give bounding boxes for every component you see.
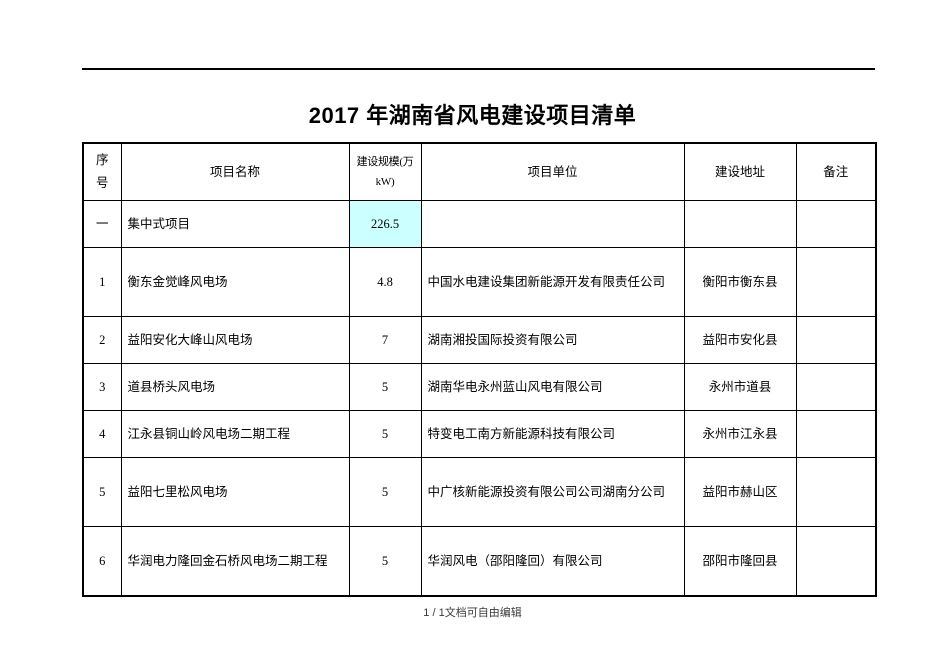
table-row: 3 道县桥头风电场 5 湖南华电永州蓝山风电有限公司 永州市道县	[82, 363, 877, 412]
cell-no: 一	[82, 200, 122, 249]
cell-project-name: 益阳七里松风电场	[120, 457, 350, 528]
cell-scale: 5	[348, 410, 422, 459]
cell-address	[683, 200, 797, 249]
table-row: 4 江永县铜山岭风电场二期工程 5 特变电工南方新能源科技有限公司 永州市江永县	[82, 410, 877, 459]
cell-address: 邵阳市隆回县	[683, 526, 797, 597]
cell-remark	[795, 410, 877, 459]
cell-remark	[795, 316, 877, 365]
column-header-project-name: 项目名称	[120, 142, 350, 202]
cell-address: 益阳市安化县	[683, 316, 797, 365]
cell-address: 衡阳市衡东县	[683, 247, 797, 318]
page-footer: 1 / 1文档可自由编辑	[423, 607, 522, 619]
cell-scale: 4.8	[348, 247, 422, 318]
table-row: 5 益阳七里松风电场 5 中广核新能源投资有限公司公司湖南分公司 益阳市赫山区	[82, 457, 877, 528]
cell-project-name: 益阳安化大峰山风电场	[120, 316, 350, 365]
cell-project-unit: 湖南湘投国际投资有限公司	[420, 316, 685, 365]
cell-project-unit: 特变电工南方新能源科技有限公司	[420, 410, 685, 459]
cell-no: 5	[82, 457, 122, 528]
cell-scale: 5	[348, 457, 422, 528]
cell-scale: 7	[348, 316, 422, 365]
column-header-no: 序号	[82, 142, 122, 202]
table-row: 一集中式项目 226.5	[82, 200, 877, 249]
cell-remark	[795, 363, 877, 412]
cell-no: 6	[82, 526, 122, 597]
column-header-scale: 建设规模(万kW)	[348, 142, 422, 202]
table-header-row: 序号 项目名称 建设规模(万kW) 项目单位 建设地址 备注	[82, 142, 877, 202]
table-row: 1 衡东金觉峰风电场 4.8 中国水电建设集团新能源开发有限责任公司 衡阳市衡东县	[82, 247, 877, 318]
cell-remark	[795, 247, 877, 318]
cell-address: 永州市道县	[683, 363, 797, 412]
table-row: 6 华润电力隆回金石桥风电场二期工程 5 华润风电（邵阳隆回）有限公司 邵阳市隆回县	[82, 526, 877, 597]
cell-project-unit: 中广核新能源投资有限公司公司湖南分公司	[420, 457, 685, 528]
cell-project-name: 集中式项目	[120, 200, 350, 249]
column-header-project-unit: 项目单位	[420, 142, 685, 202]
document-page: 2017 年湖南省风电建设项目清单 序号 项目名称 建设规模(万kW) 项目单位…	[0, 0, 945, 669]
cell-project-name: 华润电力隆回金石桥风电场二期工程	[120, 526, 350, 597]
cell-project-name: 江永县铜山岭风电场二期工程	[120, 410, 350, 459]
table-row: 2 益阳安化大峰山风电场 7 湖南湘投国际投资有限公司 益阳市安化县	[82, 316, 877, 365]
page-title: 2017 年湖南省风电建设项目清单	[308, 103, 637, 128]
table-body: 一集中式项目 226.5 1 衡东金觉峰风电场 4.8 中国水电建设集团新能源开发有限责任…	[82, 200, 877, 597]
cell-project-name: 道县桥头风电场	[120, 363, 350, 412]
table-header: 序号 项目名称 建设规模(万kW) 项目单位 建设地址 备注	[82, 142, 877, 202]
cell-address: 益阳市赫山区	[683, 457, 797, 528]
cell-scale: 226.5	[348, 200, 422, 249]
cell-no: 2	[82, 316, 122, 365]
cell-remark	[795, 526, 877, 597]
cell-remark	[795, 200, 877, 249]
column-header-remark: 备注	[795, 142, 877, 202]
cell-project-unit: 华润风电（邵阳隆回）有限公司	[420, 526, 685, 597]
cell-project-unit: 中国水电建设集团新能源开发有限责任公司	[420, 247, 685, 318]
cell-no: 3	[82, 363, 122, 412]
wind-power-project-table: 序号 项目名称 建设规模(万kW) 项目单位 建设地址 备注 一集中式项目 226…	[82, 142, 877, 598]
cell-no: 4	[82, 410, 122, 459]
column-header-address: 建设地址	[683, 142, 797, 202]
cell-project-name: 衡东金觉峰风电场	[120, 247, 350, 318]
cell-address: 永州市江永县	[683, 410, 797, 459]
header-divider	[82, 68, 875, 70]
cell-project-unit: 湖南华电永州蓝山风电有限公司	[420, 363, 685, 412]
cell-scale: 5	[348, 526, 422, 597]
cell-project-unit	[420, 200, 685, 249]
cell-remark	[795, 457, 877, 528]
cell-scale: 5	[348, 363, 422, 412]
cell-no: 1	[82, 247, 122, 318]
